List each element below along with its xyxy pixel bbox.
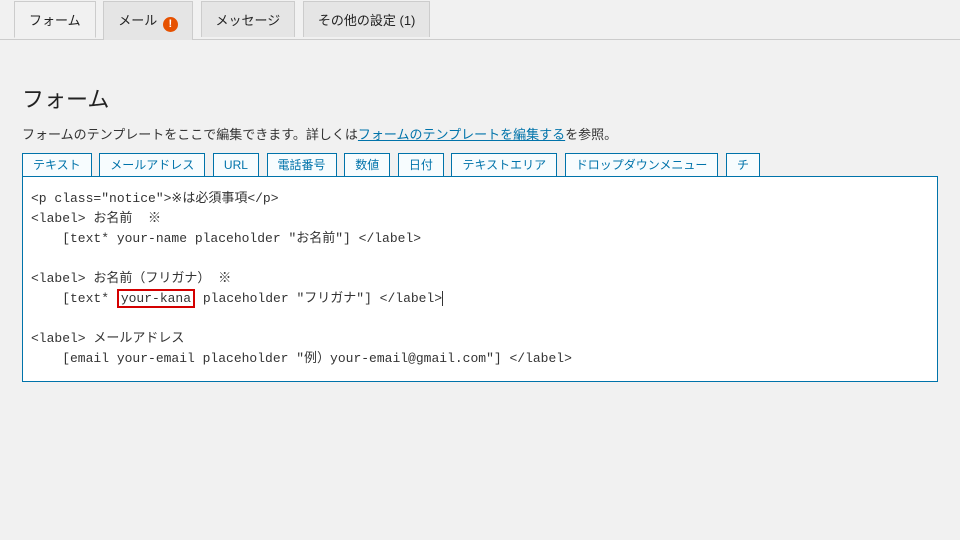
tabs-bar: フォーム メール ! メッセージ その他の設定 (1) <box>0 0 960 40</box>
tab-label: メッセージ <box>216 13 281 28</box>
code-line-pre: [text* <box>31 291 117 306</box>
highlight-your-kana: your-kana <box>117 289 195 308</box>
code-line: [email your-email placeholder "例）your-em… <box>31 351 572 366</box>
tab-label: その他の設定 (1) <box>318 13 416 28</box>
tab-other[interactable]: その他の設定 (1) <box>303 1 431 37</box>
tag-text-button[interactable]: テキスト <box>22 153 92 177</box>
panel-desc: フォームのテンプレートをここで編集できます。詳しくはフォームのテンプレートを編集… <box>22 124 938 143</box>
tag-tel-button[interactable]: 電話番号 <box>267 153 337 177</box>
code-line: <label> お名前 ※ <box>31 211 161 226</box>
panel-form: フォーム フォームのテンプレートをここで編集できます。詳しくはフォームのテンプレ… <box>0 40 960 400</box>
warning-icon: ! <box>163 17 178 32</box>
panel-title: フォーム <box>22 82 938 114</box>
tag-dropdown-button[interactable]: ドロップダウンメニュー <box>565 153 719 177</box>
tab-form[interactable]: フォーム <box>14 1 96 38</box>
tag-textarea-button[interactable]: テキストエリア <box>451 153 557 177</box>
code-line: <label> メールアドレス <box>31 331 184 346</box>
tag-date-button[interactable]: 日付 <box>398 153 444 177</box>
code-line: <label> お名前（フリガナ） ※ <box>31 271 231 286</box>
tag-url-button[interactable]: URL <box>213 153 259 177</box>
text-cursor <box>442 291 443 306</box>
tab-label: フォーム <box>29 13 81 28</box>
code-line: <p class="notice">※は必須事項</p> <box>31 191 279 206</box>
tag-number-button[interactable]: 数値 <box>344 153 390 177</box>
desc-text-prefix: フォームのテンプレートをここで編集できます。詳しくは <box>22 127 358 142</box>
tag-email-button[interactable]: メールアドレス <box>99 153 205 177</box>
form-template-editor[interactable]: <p class="notice">※は必須事項</p> <label> お名前… <box>22 176 938 382</box>
tab-mail[interactable]: メール ! <box>103 1 193 40</box>
tab-label: メール <box>118 13 157 28</box>
desc-text-suffix: を参照。 <box>565 127 617 142</box>
tag-generator-bar: テキスト メールアドレス URL 電話番号 数値 日付 テキストエリア ドロップ… <box>22 153 938 177</box>
code-line: [text* your-name placeholder "お名前"] </la… <box>31 231 421 246</box>
code-line-post: placeholder "フリガナ"] </label> <box>195 291 442 306</box>
tag-more-button[interactable]: チ <box>726 153 760 177</box>
tab-messages[interactable]: メッセージ <box>201 1 296 37</box>
desc-link[interactable]: フォームのテンプレートを編集する <box>358 127 565 142</box>
